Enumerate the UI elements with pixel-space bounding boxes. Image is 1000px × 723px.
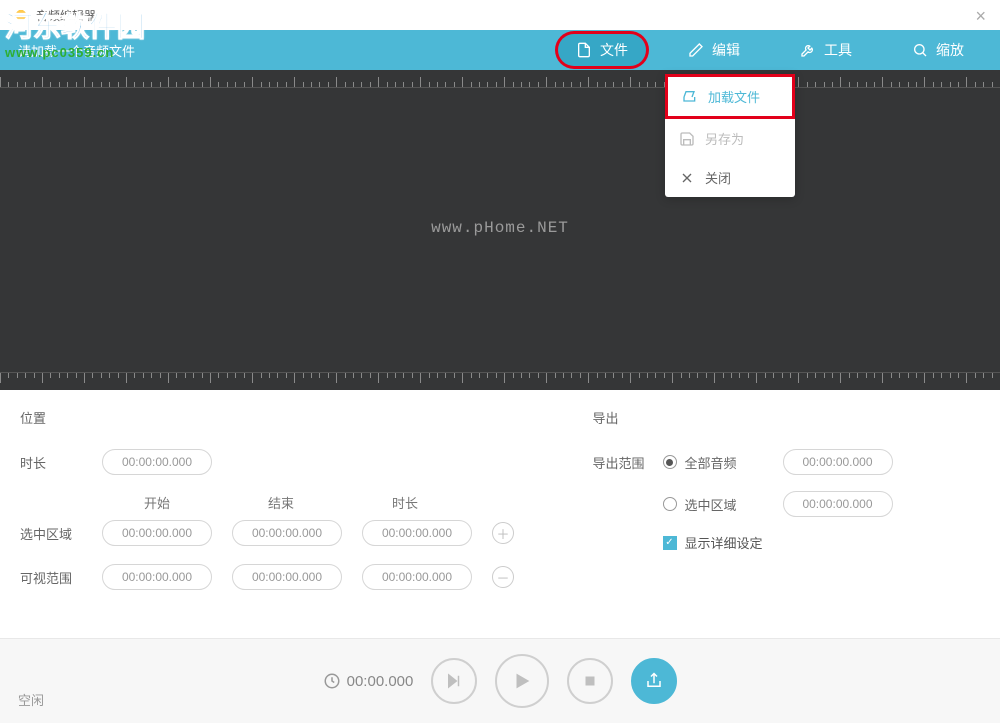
radio-icon (663, 497, 677, 511)
wrench-icon (800, 42, 816, 58)
check-icon: ✓ (663, 536, 677, 550)
edit-menu-button[interactable]: 编辑 (670, 34, 758, 66)
play-button[interactable] (495, 654, 549, 708)
open-icon (682, 89, 698, 105)
position-label: 位置 (20, 408, 82, 427)
vis-start[interactable]: 00:00:00.000 (102, 564, 212, 590)
zoom-out-icon[interactable]: － (492, 566, 514, 588)
app-icon (12, 6, 30, 24)
sel-end[interactable]: 00:00:00.000 (232, 520, 342, 546)
ruler-top (0, 70, 1000, 88)
stop-button[interactable] (567, 658, 613, 704)
player-status: 空闲 (18, 690, 44, 709)
sel-dur[interactable]: 00:00:00.000 (362, 520, 472, 546)
duration-value[interactable]: 00:00:00.000 (102, 449, 212, 475)
selected-label: 选中区域 (20, 524, 82, 543)
clock-icon (323, 672, 341, 690)
file-icon (576, 42, 592, 58)
save-icon (679, 131, 695, 147)
info-panel: 位置 时长 00:00:00.000 开始 结束 时长 选中区域 00:00:0… (0, 390, 1000, 638)
x-icon (679, 170, 695, 186)
export-sel-time[interactable]: 00:00:00.000 (783, 491, 893, 517)
zoom-in-icon[interactable]: ＋ (492, 522, 514, 544)
export-button[interactable] (631, 658, 677, 704)
toolbar-hint: 请加载一个音频文件 (18, 41, 135, 60)
close-icon[interactable]: × (975, 6, 986, 27)
skip-button[interactable] (431, 658, 477, 704)
player-time: 00:00.000 (323, 672, 414, 690)
radio-selected[interactable]: 选中区域 (663, 495, 783, 514)
search-icon (912, 42, 928, 58)
load-file-item[interactable]: 加载文件 (665, 74, 795, 119)
export-label: 导出 (593, 408, 663, 427)
ruler-bottom (0, 372, 1000, 390)
radio-all-audio[interactable]: 全部音频 (663, 453, 783, 472)
close-file-item[interactable]: 关闭 (665, 158, 795, 197)
file-dropdown: 加载文件 另存为 关闭 (665, 74, 795, 197)
waveform-watermark: www.pHome.NET (431, 219, 569, 237)
waveform-area[interactable]: www.pHome.NET (0, 70, 1000, 390)
sel-start[interactable]: 00:00:00.000 (102, 520, 212, 546)
toolbar: 请加载一个音频文件 文件 编辑 工具 缩放 (0, 30, 1000, 70)
radio-icon (663, 455, 677, 469)
zoom-menu-button[interactable]: 缩放 (894, 34, 982, 66)
vis-dur[interactable]: 00:00:00.000 (362, 564, 472, 590)
file-menu-button[interactable]: 文件 (558, 34, 646, 66)
save-as-item: 另存为 (665, 119, 795, 158)
window-title: 音频编辑器 (36, 7, 96, 24)
dur-header: 时长 (350, 493, 460, 512)
export-all-time[interactable]: 00:00:00.000 (783, 449, 893, 475)
vis-end[interactable]: 00:00:00.000 (232, 564, 342, 590)
player-bar: 空闲 00:00.000 (0, 638, 1000, 723)
visible-label: 可视范围 (20, 568, 82, 587)
show-detail-checkbox[interactable]: ✓显示详细设定 (663, 533, 763, 552)
titlebar: 音频编辑器 × (0, 0, 1000, 30)
tool-menu-button[interactable]: 工具 (782, 34, 870, 66)
start-header: 开始 (102, 493, 212, 512)
duration-label: 时长 (20, 453, 82, 472)
pencil-icon (688, 42, 704, 58)
export-range-label: 导出范围 (593, 453, 663, 472)
end-header: 结束 (226, 493, 336, 512)
